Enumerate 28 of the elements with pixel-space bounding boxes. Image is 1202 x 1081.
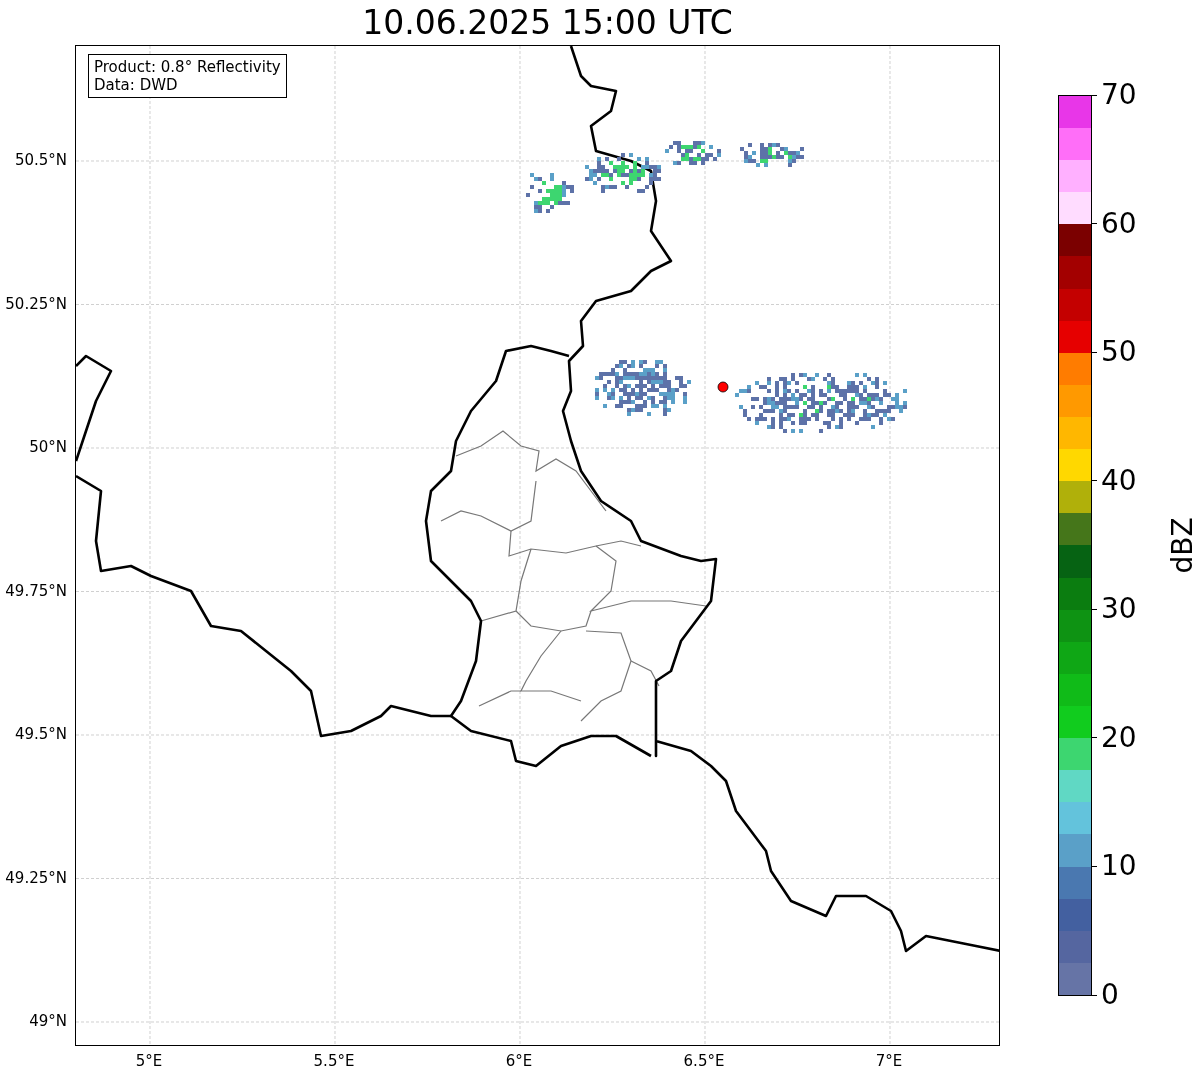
colorbar-tick-label: 30 — [1101, 593, 1137, 626]
longitude-label: 6°E — [505, 1052, 533, 1070]
radar-echo — [526, 173, 574, 213]
colorbar-tick-label: 70 — [1101, 79, 1137, 111]
latitude-label: 49.5°N — [14, 725, 67, 743]
latitude-label: 49°N — [29, 1012, 67, 1030]
longitude-label: 5.5°E — [313, 1052, 355, 1070]
latitude-label: 49.75°N — [5, 581, 67, 600]
latitude-label: 49.25°N — [5, 868, 67, 887]
chart-title: 10.06.2025 15:00 UTC — [361, 3, 733, 42]
latitude-label: 50°N — [29, 438, 67, 456]
colorbar-tick-label: 0 — [1101, 979, 1119, 1011]
colorbar-label: dBZ — [1165, 517, 1199, 574]
colorbar-tick-label: 60 — [1101, 207, 1137, 240]
colorbar-tick-label: 50 — [1101, 336, 1137, 369]
info-text: Product: 0.8° Reflectivity — [94, 58, 281, 76]
colorbar-tick-label: 40 — [1101, 464, 1137, 497]
info-text: Data: DWD — [94, 76, 179, 94]
longitude-label: 7°E — [875, 1052, 903, 1070]
longitude-label: 6.5°E — [683, 1052, 725, 1070]
latitude-label: 50.5°N — [14, 151, 67, 169]
colorbar-tick-label: 10 — [1101, 850, 1137, 883]
radar-echo — [740, 143, 804, 167]
latitude-label: 50.25°N — [5, 294, 67, 313]
colorbar-tick-label: 20 — [1101, 721, 1137, 754]
radar-site-marker — [717, 381, 729, 393]
radar-echo — [665, 141, 721, 165]
longitude-label: 5°E — [135, 1052, 163, 1070]
